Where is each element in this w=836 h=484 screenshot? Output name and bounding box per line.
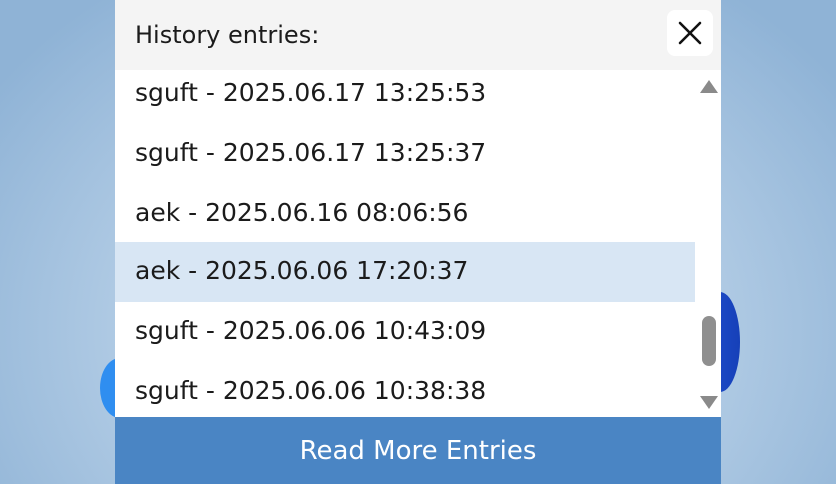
history-entry-label: aek - 2025.06.06 17:20:37 xyxy=(135,256,469,285)
history-entry-label: sguft - 2025.06.06 10:43:09 xyxy=(135,316,487,345)
history-entry[interactable]: sguft - 2025.06.06 10:43:09 xyxy=(115,302,695,362)
read-more-entries-label: Read More Entries xyxy=(299,435,537,466)
scrollbar-thumb[interactable] xyxy=(702,316,716,366)
history-entry[interactable]: aek - 2025.06.16 08:06:56 xyxy=(115,184,695,244)
history-entry[interactable]: sguft - 2025.06.17 13:25:37 xyxy=(115,124,695,184)
history-entry[interactable]: sguft - 2025.06.06 10:38:38 xyxy=(115,362,695,416)
history-entry-label: aek - 2025.06.16 08:06:56 xyxy=(135,198,469,227)
read-more-entries-button[interactable]: Read More Entries xyxy=(115,417,721,484)
history-panel: History entries: sguft - 2025.06.17 13:2… xyxy=(115,0,721,484)
history-entry-label: sguft - 2025.06.17 13:25:37 xyxy=(135,138,487,167)
history-entry-label: sguft - 2025.06.17 13:25:53 xyxy=(135,78,487,107)
panel-header: History entries: xyxy=(115,0,721,70)
close-icon xyxy=(678,21,702,45)
history-list[interactable]: sguft - 2025.06.17 13:25:53 sguft - 2025… xyxy=(115,64,695,416)
history-entry-selected[interactable]: aek - 2025.06.06 17:20:37 xyxy=(115,242,695,302)
history-entry[interactable]: sguft - 2025.06.17 13:25:53 xyxy=(115,64,695,124)
panel-title: History entries: xyxy=(135,21,320,49)
list-scrollbar[interactable] xyxy=(697,74,721,416)
desktop-background: History entries: sguft - 2025.06.17 13:2… xyxy=(0,0,836,484)
history-entry-label: sguft - 2025.06.06 10:38:38 xyxy=(135,376,487,405)
close-button[interactable] xyxy=(667,10,713,56)
scroll-up-arrow-icon[interactable] xyxy=(700,80,718,93)
scroll-down-arrow-icon[interactable] xyxy=(700,396,718,409)
